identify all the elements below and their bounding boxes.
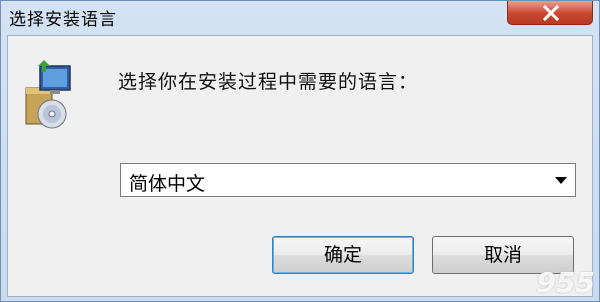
watermark: 955 [536, 266, 595, 299]
title-bar[interactable]: 选择安装语言 [1, 1, 599, 31]
dialog-body: 选择你在安装过程中需要的语言： 简体中文 确定 取消 [7, 35, 593, 297]
dialog-window: 选择安装语言 选择你在安装过程中需要的语言： 简体中文 确定 取消 955 [0, 0, 600, 302]
ok-button[interactable]: 确定 [272, 236, 414, 274]
setup-installer-icon [25, 60, 71, 129]
close-icon [542, 5, 560, 21]
prompt-label: 选择你在安装过程中需要的语言： [118, 71, 419, 93]
window-title: 选择安装语言 [9, 10, 117, 30]
close-button[interactable] [507, 1, 593, 25]
dropdown-arrow-icon[interactable] [555, 177, 567, 185]
language-select[interactable]: 简体中文 [120, 163, 576, 197]
language-select-value: 简体中文 [129, 173, 206, 195]
